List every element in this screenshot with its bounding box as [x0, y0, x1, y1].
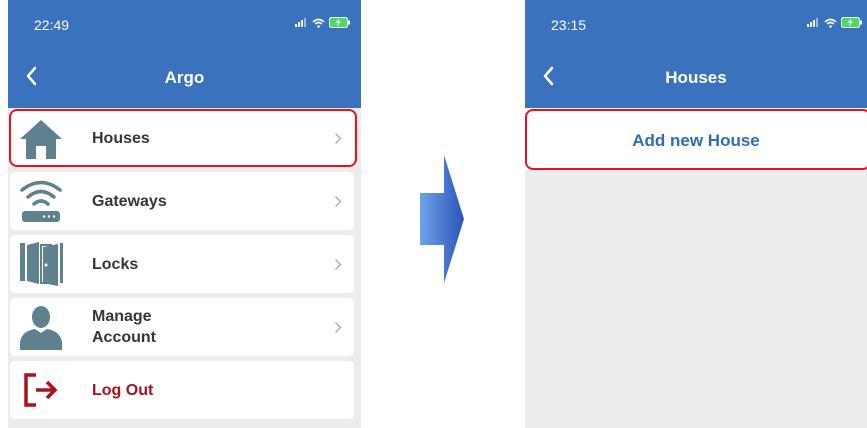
wifi-icon — [824, 18, 837, 28]
menu-item-locks[interactable]: Locks — [10, 235, 354, 293]
highlight-houses — [9, 109, 357, 167]
left-phone-screen: 22:49 Argo Houses Gateways Locks Manage … — [8, 0, 361, 428]
chevron-right-icon — [335, 196, 342, 207]
menu-label-log-out: Log Out — [92, 382, 154, 399]
menu-item-log-out[interactable]: Log Out — [10, 361, 354, 419]
status-time: 23:15 — [551, 17, 587, 33]
battery-charging-icon — [329, 17, 350, 28]
status-bar: 22:49 — [8, 0, 361, 46]
nav-title: Houses — [665, 68, 727, 87]
chevron-right-icon — [335, 259, 342, 270]
status-bar: 23:15 — [525, 0, 867, 46]
signal-icon — [807, 18, 818, 27]
status-icons — [295, 17, 351, 28]
menu-label-manage-account: Manage Account — [92, 308, 156, 346]
person-icon — [20, 306, 62, 350]
arrow-right-icon — [420, 155, 464, 283]
status-time: 22:49 — [34, 17, 70, 33]
signal-icon — [295, 18, 306, 27]
chevron-right-icon — [335, 322, 342, 333]
logout-icon — [24, 373, 58, 407]
nav-bar: Argo — [8, 46, 361, 108]
highlight-add-new-house — [525, 109, 867, 170]
menu-item-manage-account[interactable]: Manage Account — [10, 298, 354, 356]
wifi-router-icon — [20, 180, 62, 222]
right-phone-screen: 23:15 Houses Add new House — [525, 0, 867, 428]
nav-bar: Houses — [525, 46, 867, 108]
battery-charging-icon — [841, 17, 862, 28]
menu-label-gateways: Gateways — [92, 193, 167, 210]
door-icon — [20, 242, 63, 286]
status-icons — [807, 17, 863, 28]
menu-label-locks: Locks — [92, 256, 139, 273]
nav-title: Argo — [164, 68, 205, 87]
menu-item-gateways[interactable]: Gateways — [10, 172, 354, 230]
wifi-icon — [312, 18, 325, 28]
